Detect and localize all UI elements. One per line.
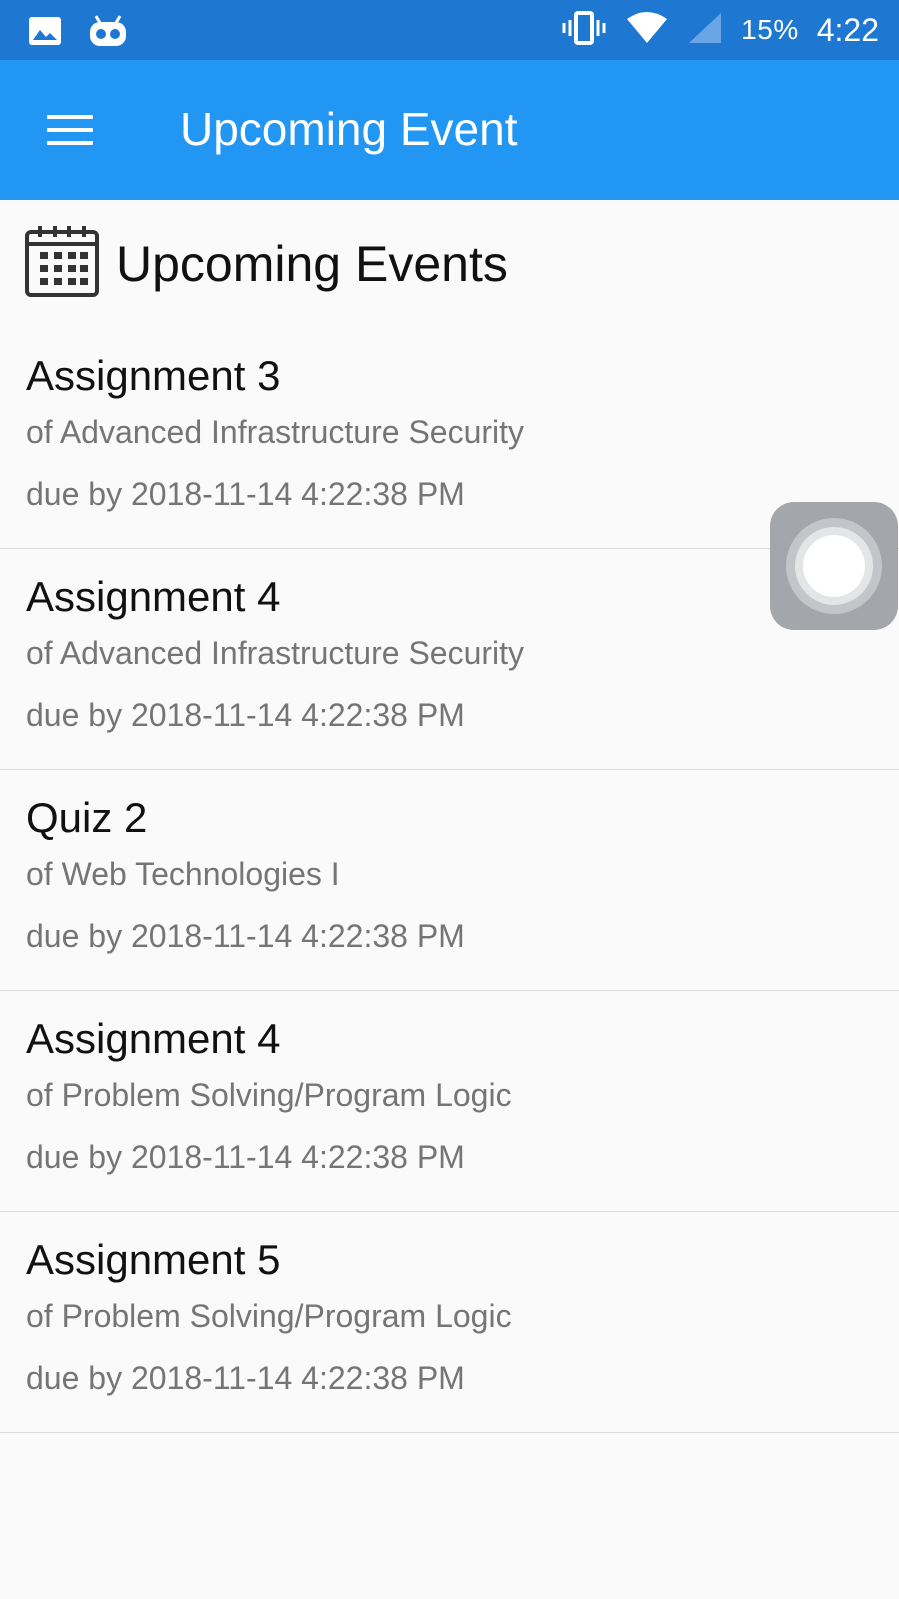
system-icons: 15% 4:22: [561, 0, 879, 60]
event-due-date: due by 2018-11-14 4:22:38 PM: [26, 1360, 465, 1396]
section-title: Upcoming Events: [116, 235, 508, 292]
clock: 4:22: [816, 11, 879, 48]
event-due-date: due by 2018-11-14 4:22:38 PM: [26, 918, 465, 954]
section-header: Upcoming Events: [24, 224, 508, 303]
battery-percentage: 15%: [741, 14, 799, 45]
event-item[interactable]: Assignment 4 of Problem Solving/Program …: [0, 991, 899, 1212]
event-title: Assignment 5: [26, 1236, 281, 1283]
event-item[interactable]: Assignment 5 of Problem Solving/Program …: [0, 1212, 899, 1433]
event-course: of Advanced Infrastructure Security: [26, 635, 525, 671]
assistive-touch-icon: [786, 518, 882, 614]
wifi-icon: [625, 11, 669, 50]
event-course: of Web Technologies I: [26, 856, 340, 892]
event-course: of Problem Solving/Program Logic: [26, 1298, 512, 1334]
vibrate-icon: [561, 10, 607, 50]
event-title: Assignment 4: [26, 1015, 281, 1062]
event-due-date: due by 2018-11-14 4:22:38 PM: [26, 476, 465, 512]
event-title: Assignment 3: [26, 352, 281, 399]
event-item[interactable]: Quiz 2 of Web Technologies I due by 2018…: [0, 770, 899, 991]
event-item[interactable]: Assignment 3 of Advanced Infrastructure …: [0, 328, 899, 549]
app-bar: Upcoming Event: [0, 60, 899, 200]
event-title: Assignment 4: [26, 573, 281, 620]
notification-icons: [28, 14, 128, 53]
hamburger-menu-icon[interactable]: [30, 95, 110, 165]
event-course: of Advanced Infrastructure Security: [26, 414, 525, 450]
assistive-touch-button[interactable]: [770, 502, 898, 630]
event-list: Assignment 3 of Advanced Infrastructure …: [0, 328, 899, 1433]
cell-signal-icon: [687, 11, 723, 50]
android-head-icon: [88, 14, 128, 53]
event-item[interactable]: Assignment 4 of Advanced Infrastructure …: [0, 549, 899, 770]
page-title: Upcoming Event: [180, 103, 518, 155]
gallery-icon: [28, 16, 62, 51]
event-course: of Problem Solving/Program Logic: [26, 1077, 512, 1113]
calendar-icon: [24, 224, 100, 303]
status-bar: 15% 4:22: [0, 0, 899, 60]
event-due-date: due by 2018-11-14 4:22:38 PM: [26, 1139, 465, 1175]
event-due-date: due by 2018-11-14 4:22:38 PM: [26, 697, 465, 733]
event-title: Quiz 2: [26, 794, 148, 841]
